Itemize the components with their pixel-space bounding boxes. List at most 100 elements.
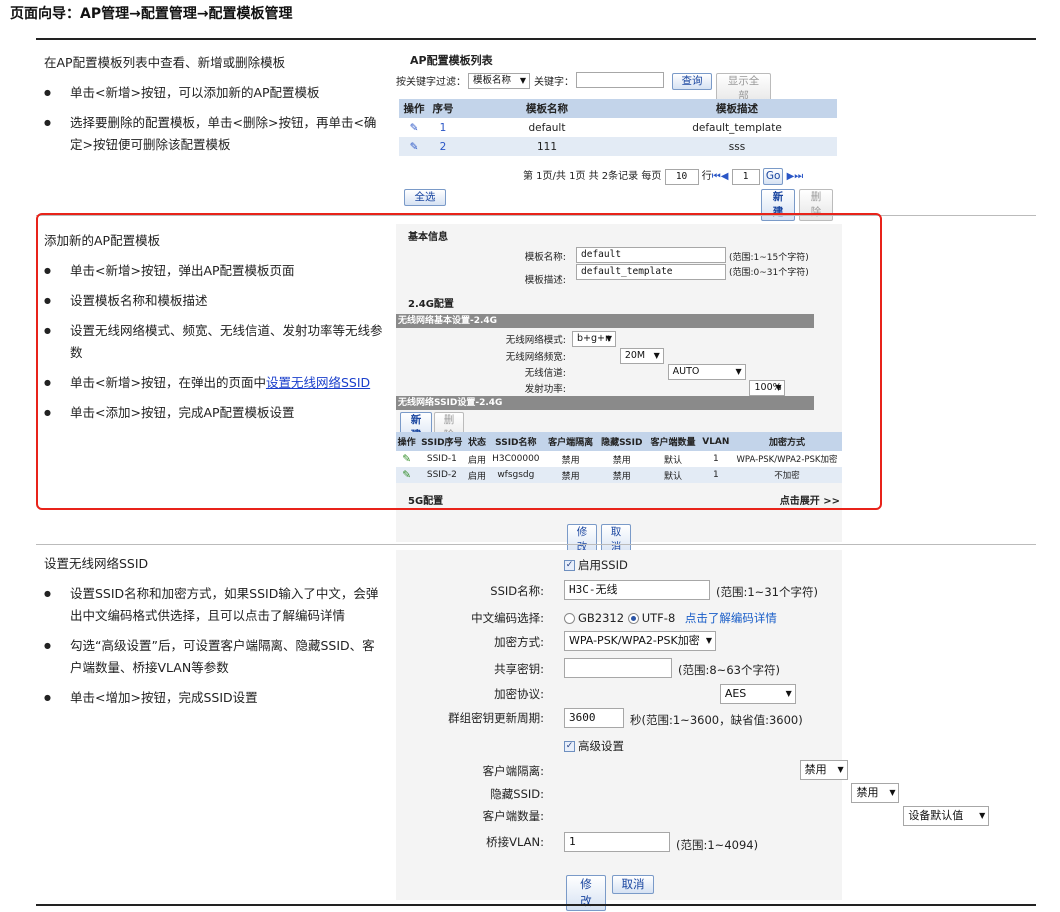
isolate-value: 禁用 bbox=[804, 763, 827, 776]
label-cell: 隐藏SSID: bbox=[396, 786, 544, 804]
chevron-down-icon: ▼ bbox=[519, 76, 526, 85]
pager-text: 第 1页/共 1页 共 2条记录 每页 bbox=[523, 171, 662, 182]
isolate-select[interactable]: 禁用 ▼ bbox=[799, 760, 848, 780]
row-desc: sss bbox=[728, 140, 746, 153]
ssid-name-hint: (范围:1~31个字符) bbox=[716, 585, 818, 599]
count-select[interactable]: 设备默认值 ▼ bbox=[903, 806, 990, 826]
hide-label: 隐藏SSID: bbox=[490, 787, 544, 801]
encoding-label: 中文编码选择: bbox=[471, 611, 544, 625]
ssid-cancel-button[interactable]: 取消 bbox=[612, 875, 654, 894]
count-label: 客户端数量: bbox=[482, 809, 544, 823]
encoding-options: GB2312 UTF-8 点击了解编码详情 bbox=[564, 610, 777, 626]
vlan-hint: (范围:1~4094) bbox=[676, 838, 759, 852]
chevron-down-icon: ▼ bbox=[837, 765, 844, 774]
enc-value: WPA-PSK/WPA2-PSK加密 bbox=[569, 634, 700, 647]
label-cell: 共享密钥: bbox=[396, 661, 544, 679]
label-cell: 桥接VLAN: bbox=[396, 834, 544, 852]
hide-select[interactable]: 禁用 ▼ bbox=[851, 783, 900, 803]
key-input[interactable] bbox=[564, 658, 672, 678]
label-cell: 客户端数量: bbox=[396, 808, 544, 826]
template-list-panel: AP配置模板列表 按关键字过滤： 模板名称 ▼ 关键字： 查询 显示全部 操作 序… bbox=[396, 46, 841, 221]
section3-bullet: 设置SSID名称和加密方式，如果SSID输入了中文，会弹出中文编码格式供选择，且… bbox=[44, 583, 384, 627]
label-cell: 加密方式: bbox=[396, 634, 544, 652]
utf8-label: UTF-8 bbox=[641, 611, 676, 625]
section3-bullet: 勾选“高级设置”后，可设置客户端隔离、隐藏SSID、客户端数量、桥接VLAN等参… bbox=[44, 635, 384, 679]
col-header: 模板描述 bbox=[637, 99, 837, 118]
ssid-edit-panel: ✓ 启用SSID SSID名称: H3C-无线 (范围:1~31个字符) 中文编码… bbox=[396, 550, 990, 911]
page-title: 页面向导：AP管理→配置管理→配置模板管理 bbox=[10, 6, 293, 22]
label-cell: SSID名称: bbox=[396, 583, 544, 601]
panel-title: AP配置模板列表 bbox=[410, 54, 493, 67]
section3-bullet: 单击<增加>按钮，完成SSID设置 bbox=[44, 687, 384, 709]
section3-description: 设置无线网络SSID 设置SSID名称和加密方式，如果SSID输入了中文，会弹出… bbox=[44, 553, 384, 717]
filter-select[interactable]: 模板名称 ▼ bbox=[468, 73, 530, 89]
per-page-input[interactable]: 10 bbox=[664, 169, 699, 185]
radio-gb2312[interactable] bbox=[564, 613, 575, 624]
enc-select[interactable]: WPA-PSK/WPA2-PSK加密 ▼ bbox=[564, 631, 716, 651]
top-divider bbox=[36, 38, 1036, 40]
count-value: 设备默认值 bbox=[908, 809, 964, 822]
protocol-select[interactable]: AES ▼ bbox=[719, 684, 796, 704]
period-hint: 秒(范围:1~3600，缺省值:3600) bbox=[630, 713, 803, 727]
label-cell: 加密协议: bbox=[396, 686, 544, 704]
checkbox-checked-icon: ✓ bbox=[564, 741, 575, 752]
go-button[interactable]: Go bbox=[762, 168, 784, 185]
first-prev-page-icon[interactable]: ⏮◀ bbox=[712, 171, 729, 182]
section1-description: 在AP配置模板列表中查看、新增或删除模板 单击<新增>按钮，可以添加新的AP配置… bbox=[44, 52, 384, 164]
enable-ssid-label: 启用SSID bbox=[578, 558, 628, 572]
vlan-label: 桥接VLAN: bbox=[486, 835, 544, 849]
page-input[interactable]: 1 bbox=[731, 169, 760, 185]
enable-ssid-checkbox[interactable]: ✓ 启用SSID bbox=[564, 557, 628, 573]
col-header: 操作 bbox=[399, 99, 429, 118]
filter-label: 按关键字过滤： bbox=[396, 77, 466, 88]
period-label: 群组密钥更新周期: bbox=[448, 711, 544, 725]
table-row[interactable]: ✎ 1 default default_template bbox=[399, 118, 837, 137]
section1-bullet: 选择要删除的配置模板，单击<删除>按钮，再单击<确定>按钮便可删除该配置模板 bbox=[44, 112, 384, 156]
key-label: 共享密钥: bbox=[494, 662, 544, 676]
radio-utf8[interactable] bbox=[627, 613, 639, 624]
edit-icon[interactable]: ✎ bbox=[399, 118, 429, 137]
label-cell: 群组密钥更新周期: bbox=[396, 710, 544, 728]
col-header: 序号 bbox=[429, 99, 457, 118]
ssid-name-input[interactable]: H3C-无线 bbox=[564, 580, 710, 600]
filter-select-value: 模板名称 bbox=[473, 75, 512, 86]
keyword-label: 关键字： bbox=[534, 77, 574, 88]
section-divider bbox=[36, 544, 1036, 545]
chevron-down-icon: ▼ bbox=[979, 811, 986, 820]
next-last-page-icon[interactable]: ▶⏭ bbox=[787, 171, 804, 182]
col-header: 模板名称 bbox=[457, 99, 637, 118]
row-desc: default_template bbox=[692, 121, 782, 134]
pager: 第 1页/共 1页 共 2条记录 每页 10 行⏮◀ 1 Go ▶⏭ bbox=[523, 167, 803, 185]
enc-label: 加密方式: bbox=[494, 635, 544, 649]
advanced-checkbox[interactable]: ✓ 高级设置 bbox=[564, 738, 624, 754]
encoding-detail-link[interactable]: 点击了解编码详情 bbox=[685, 611, 777, 625]
keyword-input[interactable] bbox=[576, 72, 664, 88]
vlan-input[interactable]: 1 bbox=[564, 832, 670, 852]
select-all-button[interactable]: 全选 bbox=[404, 189, 446, 206]
gb2312-label: GB2312 bbox=[578, 611, 625, 625]
query-button[interactable]: 查询 bbox=[672, 73, 712, 90]
highlight-box bbox=[36, 213, 882, 510]
ssid-name-label: SSID名称: bbox=[490, 584, 544, 598]
section1-heading: 在AP配置模板列表中查看、新增或删除模板 bbox=[44, 55, 286, 70]
bottom-divider bbox=[36, 904, 1036, 906]
edit-icon[interactable]: ✎ bbox=[399, 137, 429, 156]
row-name: default bbox=[528, 121, 566, 134]
chevron-down-icon: ▼ bbox=[785, 689, 792, 698]
label-cell: 中文编码选择: bbox=[396, 610, 544, 628]
checkbox-checked-icon: ✓ bbox=[564, 560, 575, 571]
chevron-down-icon: ▼ bbox=[705, 636, 712, 645]
key-hint: (范围:8~63个字符) bbox=[678, 663, 780, 677]
template-table: 操作 序号 模板名称 模板描述 ✎ 1 default default_temp… bbox=[399, 99, 837, 156]
section1-bullet: 单击<新增>按钮，可以添加新的AP配置模板 bbox=[44, 82, 384, 104]
hide-value: 禁用 bbox=[856, 786, 879, 799]
protocol-value: AES bbox=[724, 687, 747, 700]
protocol-label: 加密协议: bbox=[494, 687, 544, 701]
row-name: 111 bbox=[536, 140, 558, 153]
section3-heading: 设置无线网络SSID bbox=[44, 556, 149, 571]
chevron-down-icon: ▼ bbox=[889, 788, 896, 797]
table-row[interactable]: ✎ 2 111 sss bbox=[399, 137, 837, 156]
advanced-label: 高级设置 bbox=[578, 739, 624, 753]
row-label: 行 bbox=[701, 171, 712, 182]
period-input[interactable]: 3600 bbox=[564, 708, 624, 728]
